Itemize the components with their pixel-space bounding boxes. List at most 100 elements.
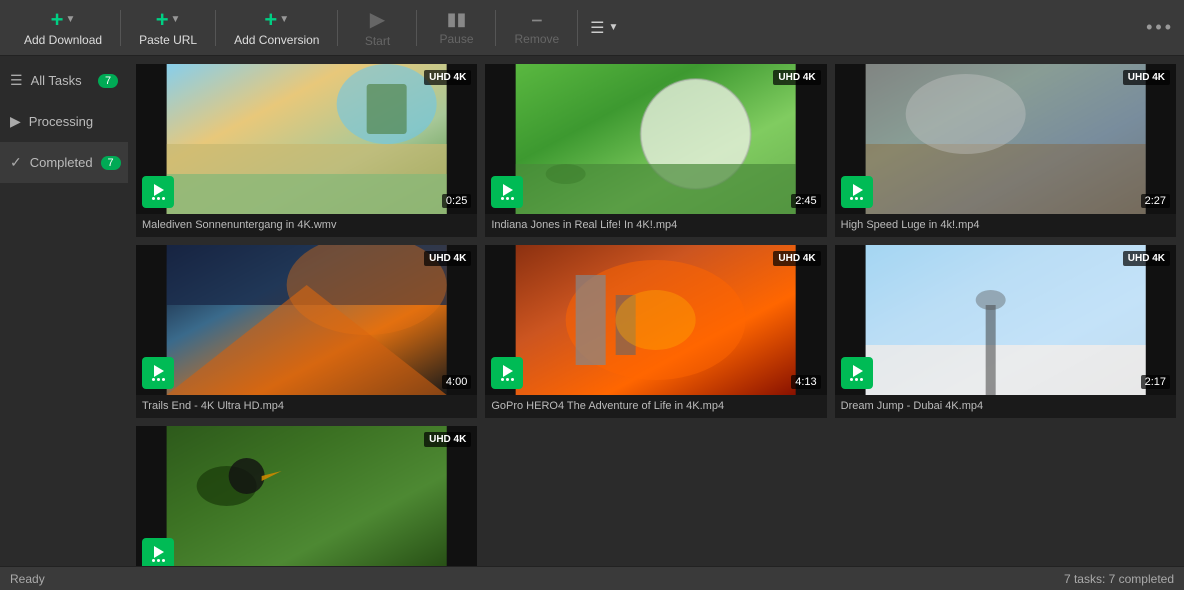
uhd-badge: UHD 4K — [1123, 251, 1170, 266]
pause-button[interactable]: ▮▮ Pause — [421, 5, 491, 50]
thumbnail-svg — [136, 64, 477, 214]
dot-1 — [501, 378, 504, 381]
play-dots — [501, 378, 514, 381]
sidebar-item-all-tasks[interactable]: ☰ All Tasks 7 — [0, 60, 128, 101]
dot-2 — [157, 559, 160, 562]
remove-button[interactable]: ⎯ Remove — [500, 5, 573, 50]
play-dots — [850, 378, 863, 381]
more-options-icon[interactable]: ••• — [1146, 17, 1174, 38]
sidebar-item-processing[interactable]: ▶ Processing — [0, 101, 128, 142]
play-dots — [152, 197, 165, 200]
sidebar-item-completed[interactable]: ✓ Completed 7 — [0, 142, 128, 183]
video-thumbnail[interactable]: UHD 4K 2:45 — [485, 64, 826, 214]
play-triangle-icon — [503, 365, 513, 377]
toolbar: + ▼ Add Download + ▼ Paste URL + ▼ Add C… — [0, 0, 1184, 56]
thumbnail-svg — [485, 64, 826, 214]
dot-1 — [501, 197, 504, 200]
start-play-icon: ▶ — [370, 7, 385, 32]
video-card[interactable]: UHD 4K UHD 4K bird video.mp4 — [136, 426, 477, 566]
dot-1 — [152, 559, 155, 562]
video-thumbnail[interactable]: UHD 4K 4:00 — [136, 245, 477, 395]
play-triangle-icon — [853, 365, 863, 377]
plus-icon: + — [51, 9, 64, 31]
add-download-button[interactable]: + ▼ Add Download — [10, 5, 116, 51]
duration-badge: 0:25 — [442, 194, 471, 208]
uhd-badge: UHD 4K — [424, 70, 471, 85]
play-button-overlay[interactable] — [142, 538, 174, 566]
remove-minus-icon: ⎯ — [532, 9, 541, 30]
video-name: Malediven Sonnenuntergang in 4K.wmv — [136, 214, 477, 237]
video-thumbnail[interactable]: UHD 4K 4:13 — [485, 245, 826, 395]
separator-3 — [337, 10, 338, 46]
paste-url-button[interactable]: + ▼ Paste URL — [125, 5, 211, 51]
duration-badge: 4:00 — [442, 375, 471, 389]
all-tasks-badge: 7 — [98, 74, 118, 88]
play-button-overlay[interactable] — [142, 357, 174, 389]
dot-1 — [850, 197, 853, 200]
completed-badge: 7 — [101, 156, 121, 170]
play-triangle-icon — [853, 184, 863, 196]
hamburger-menu-button[interactable]: ☰ ▼ — [582, 14, 626, 42]
conversion-dropdown-icon: ▼ — [279, 14, 289, 25]
duration-badge: 2:27 — [1141, 194, 1170, 208]
add-conversion-label: Add Conversion — [234, 33, 319, 47]
dot-3 — [860, 378, 863, 381]
video-card[interactable]: UHD 4K 2:45 Indiana Jones in Real Life! … — [485, 64, 826, 237]
video-card[interactable]: UHD 4K 4:13 GoPro HERO4 The Adventure of… — [485, 245, 826, 418]
video-name: GoPro HERO4 The Adventure of Life in 4K.… — [485, 395, 826, 418]
paste-plus-icon: + — [156, 9, 169, 31]
uhd-badge: UHD 4K — [773, 70, 820, 85]
video-name: Dream Jump - Dubai 4K.mp4 — [835, 395, 1176, 418]
pause-label: Pause — [439, 32, 473, 46]
video-thumbnail[interactable]: UHD 4K 2:17 — [835, 245, 1176, 395]
remove-label: Remove — [514, 32, 559, 46]
video-card[interactable]: UHD 4K 4:00 Trails End - 4K Ultra HD.mp4 — [136, 245, 477, 418]
play-button-overlay[interactable] — [841, 357, 873, 389]
list-icon: ☰ — [10, 72, 23, 89]
status-bar: Ready 7 tasks: 7 completed — [0, 566, 1184, 590]
start-button[interactable]: ▶ Start — [342, 3, 412, 52]
processing-label: Processing — [29, 114, 93, 129]
all-tasks-label: All Tasks — [31, 73, 82, 88]
dot-2 — [157, 197, 160, 200]
play-dots — [152, 378, 165, 381]
uhd-badge: UHD 4K — [424, 251, 471, 266]
dot-2 — [855, 197, 858, 200]
add-conversion-button[interactable]: + ▼ Add Conversion — [220, 5, 333, 51]
video-card[interactable]: UHD 4K 2:17 Dream Jump - Dubai 4K.mp4 — [835, 245, 1176, 418]
paste-url-label: Paste URL — [139, 33, 197, 47]
play-button-overlay[interactable] — [841, 176, 873, 208]
main-area: ☰ All Tasks 7 ▶ Processing ✓ Completed 7 — [0, 56, 1184, 566]
play-dots — [850, 197, 863, 200]
video-thumbnail[interactable]: UHD 4K 2:27 — [835, 64, 1176, 214]
menu-arrow-icon: ▼ — [609, 22, 619, 33]
play-dots — [501, 197, 514, 200]
thumbnail-svg — [485, 245, 826, 395]
dot-3 — [511, 378, 514, 381]
separator-2 — [215, 10, 216, 46]
video-card[interactable]: UHD 4K 2:27 High Speed Luge in 4k!.mp4 — [835, 64, 1176, 237]
dot-1 — [152, 378, 155, 381]
dot-3 — [511, 197, 514, 200]
video-thumbnail[interactable]: UHD 4K — [136, 426, 477, 566]
play-button-overlay[interactable] — [142, 176, 174, 208]
thumbnail-svg — [835, 245, 1176, 395]
video-name: High Speed Luge in 4k!.mp4 — [835, 214, 1176, 237]
conversion-plus-icon: + — [264, 9, 277, 31]
dropdown-arrow-icon: ▼ — [66, 14, 76, 25]
video-name: Trails End - 4K Ultra HD.mp4 — [136, 395, 477, 418]
separator-4 — [416, 10, 417, 46]
thumbnail-svg — [136, 245, 477, 395]
duration-badge: 2:45 — [791, 194, 820, 208]
processing-icon: ▶ — [10, 113, 21, 130]
video-grid-container[interactable]: UHD 4K 0:25 Malediven Sonnenuntergang in… — [128, 56, 1184, 566]
video-thumbnail[interactable]: UHD 4K 0:25 — [136, 64, 477, 214]
dot-3 — [860, 197, 863, 200]
separator-5 — [495, 10, 496, 46]
ready-status: Ready — [10, 572, 45, 586]
play-triangle-icon — [154, 184, 164, 196]
play-button-overlay[interactable] — [491, 357, 523, 389]
dot-2 — [157, 378, 160, 381]
play-button-overlay[interactable] — [491, 176, 523, 208]
video-card[interactable]: UHD 4K 0:25 Malediven Sonnenuntergang in… — [136, 64, 477, 237]
